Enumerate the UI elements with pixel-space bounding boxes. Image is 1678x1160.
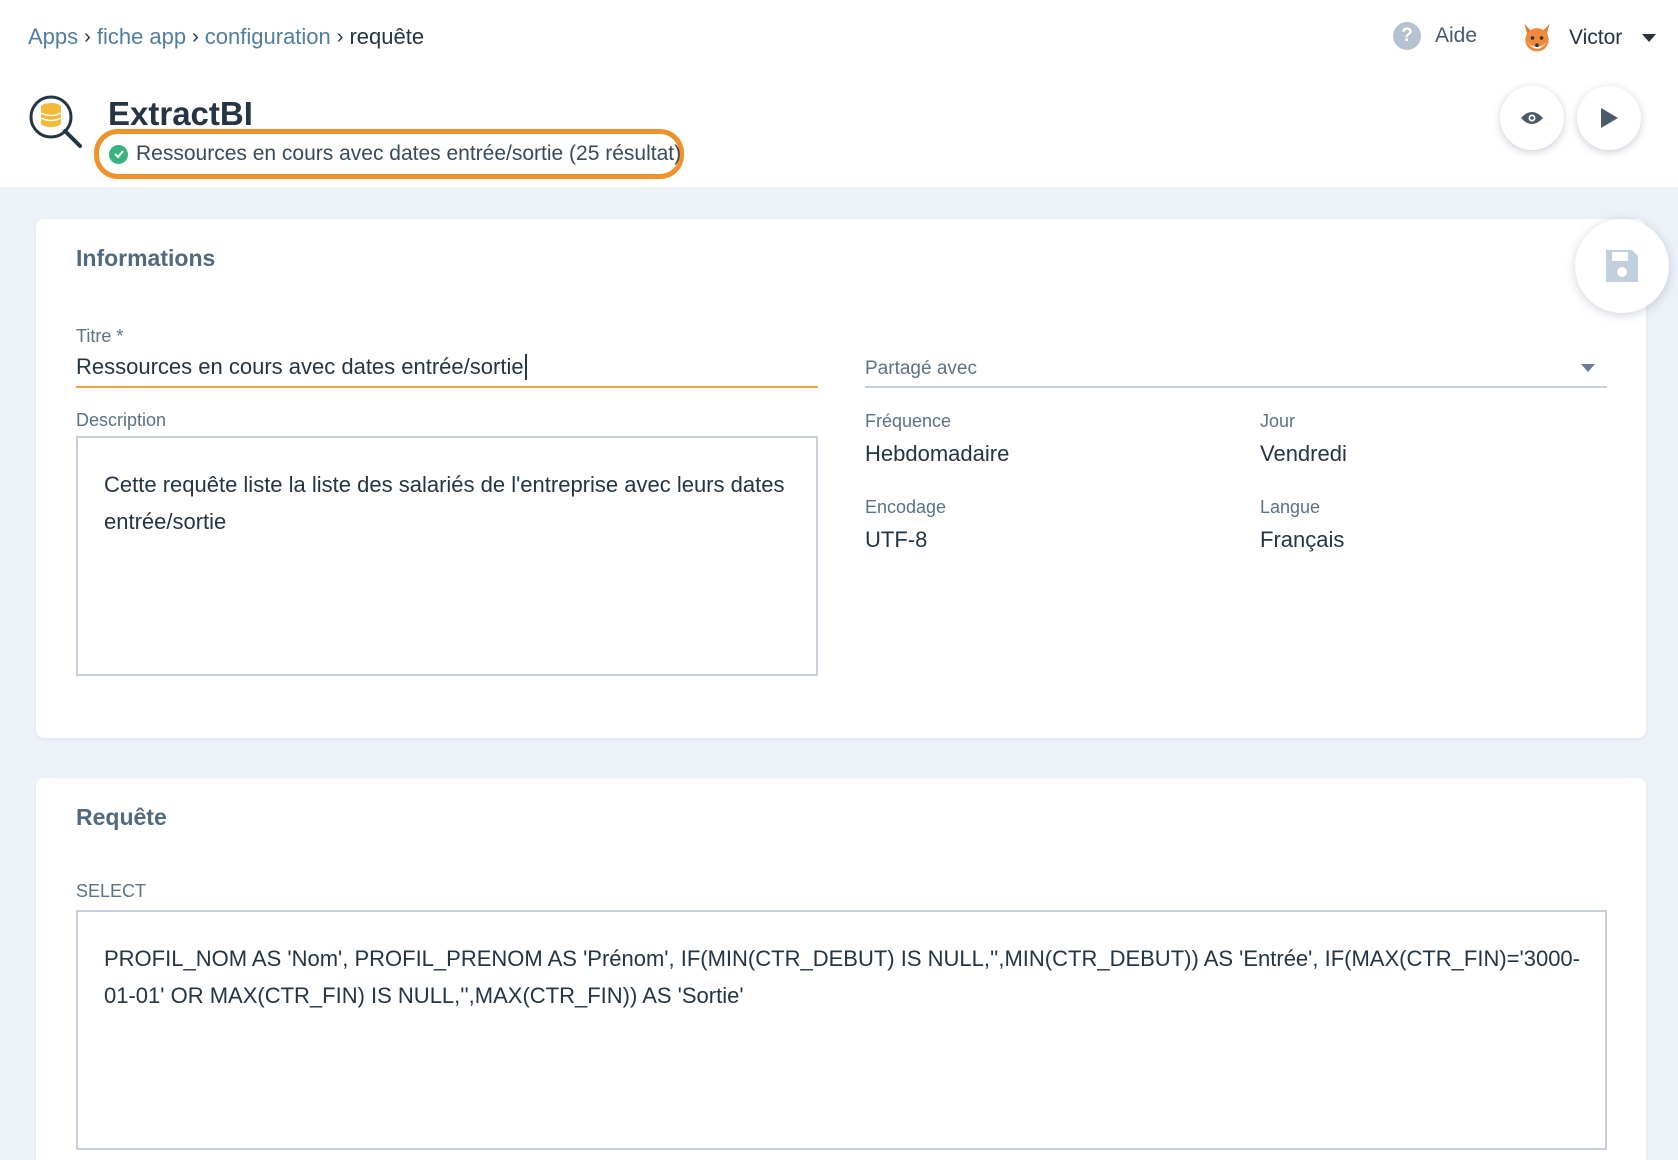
titre-label: Titre * [76, 326, 124, 346]
chevron-down-icon [1581, 364, 1595, 372]
play-icon [1601, 108, 1618, 128]
frequence-label: Fréquence [865, 411, 952, 431]
chevron-down-icon [1642, 34, 1657, 42]
run-query-button[interactable] [1577, 86, 1641, 150]
partage-select[interactable]: Partagé avec [865, 352, 1607, 388]
description-value: Cette requête liste la liste des salarié… [104, 472, 785, 534]
langue-value[interactable]: Français [1260, 527, 1344, 553]
titre-input[interactable]: Ressources en cours avec dates entrée/so… [76, 350, 818, 388]
partage-placeholder: Partagé avec [865, 358, 977, 379]
save-icon [1606, 250, 1638, 282]
titre-value: Ressources en cours avec dates entrée/so… [76, 354, 524, 379]
breadcrumb-configuration[interactable]: configuration [205, 24, 331, 50]
select-label: SELECT [76, 881, 147, 901]
text-cursor [524, 354, 527, 380]
save-button[interactable] [1575, 219, 1669, 313]
breadcrumb-fiche-app[interactable]: fiche app [97, 24, 186, 50]
breadcrumb-separator-icon: › [192, 25, 199, 48]
encodage-value[interactable]: UTF-8 [865, 527, 927, 553]
frequence-value[interactable]: Hebdomadaire [865, 441, 1009, 467]
description-textarea[interactable]: Cette requête liste la liste des salarié… [76, 436, 818, 676]
check-circle-icon [109, 144, 128, 164]
user-name: Victor [1569, 26, 1623, 49]
app-title: ExtractBI [108, 95, 253, 132]
breadcrumb-separator-icon: › [84, 25, 91, 48]
help-icon: ? [1393, 22, 1421, 50]
breadcrumb-separator-icon: › [336, 25, 344, 48]
breadcrumb-requete: requête [349, 24, 425, 49]
requete-title: Requête [76, 804, 167, 830]
select-textarea[interactable]: PROFIL_NOM AS 'Nom', PROFIL_PRENOM AS 'P… [76, 910, 1607, 1150]
top-bar: Apps › fiche app › configuration › requê… [0, 0, 1678, 187]
informations-title: Informations [76, 245, 216, 271]
breadcrumb-apps[interactable]: Apps [28, 24, 78, 50]
database-search-icon [29, 95, 82, 148]
eye-icon [1521, 112, 1543, 124]
encodage-label: Encodage [865, 497, 947, 517]
help-label: Aide [1435, 24, 1478, 47]
user-menu[interactable]: Victor [1519, 20, 1657, 56]
help-link[interactable]: ? Aide [1393, 22, 1477, 50]
jour-value[interactable]: Vendredi [1260, 441, 1347, 467]
query-status-text: Ressources en cours avec dates entrée/so… [136, 142, 682, 165]
preview-button[interactable] [1500, 86, 1564, 150]
query-status-badge: Ressources en cours avec dates entrée/so… [94, 129, 684, 179]
breadcrumb: Apps › fiche app › configuration › requê… [28, 24, 424, 50]
langue-label: Langue [1260, 497, 1321, 517]
select-value: PROFIL_NOM AS 'Nom', PROFIL_PRENOM AS 'P… [104, 946, 1580, 1008]
avatar [1524, 23, 1550, 52]
description-label: Description [76, 410, 167, 430]
jour-label: Jour [1260, 411, 1296, 431]
